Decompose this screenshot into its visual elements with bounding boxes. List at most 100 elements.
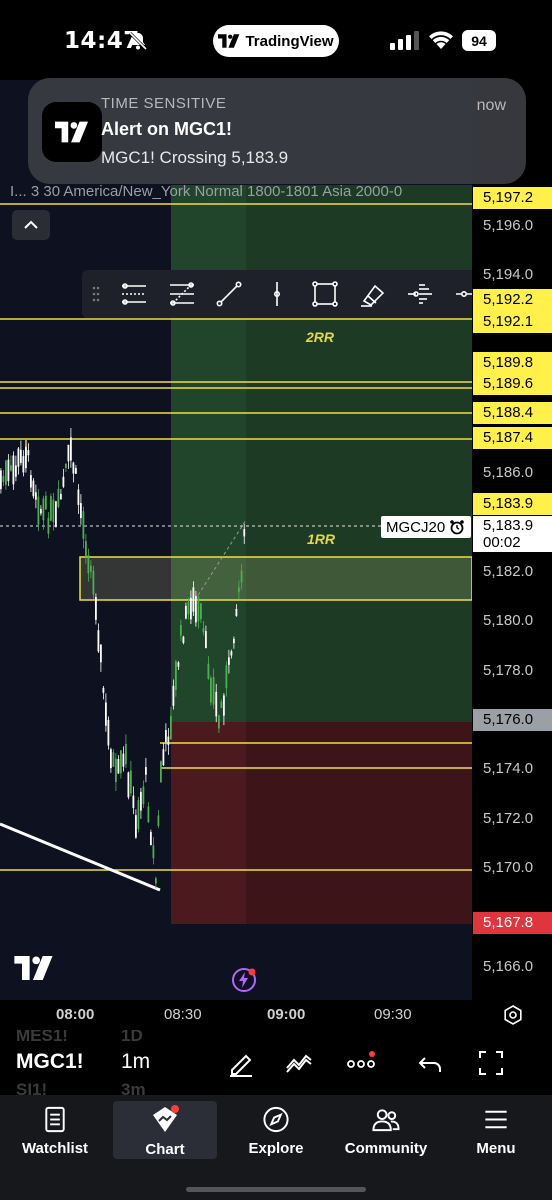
tool-fib[interactable] (158, 270, 206, 318)
home-indicator (186, 1187, 366, 1192)
candle-body (140, 791, 142, 811)
wifi-icon (429, 31, 453, 49)
candle-body (155, 878, 157, 884)
indicators-icon[interactable] (284, 1048, 314, 1078)
price-tick: 5,174.0 (483, 760, 534, 777)
tool-horizontal-ray[interactable] (110, 270, 158, 318)
alert-notification[interactable]: TIME SENSITIVE Alert on MGC1! MGC1! Cros… (28, 78, 526, 184)
price-tag: 5,189.6 (473, 373, 552, 395)
time-tick: 09:30 (374, 1006, 412, 1023)
tool-brush[interactable] (349, 270, 397, 318)
candle-body (218, 715, 220, 729)
bar-countdown: 00:02 (483, 534, 521, 551)
candle-body (10, 465, 12, 471)
compass-icon (263, 1106, 289, 1133)
fib-retracement-icon (169, 282, 194, 306)
tab-chart[interactable]: Chart (113, 1101, 217, 1159)
candle-body (142, 786, 145, 805)
candle-body (170, 715, 172, 740)
candle-body (160, 761, 162, 783)
candle-body (80, 503, 82, 519)
tab-label: Community (344, 1140, 428, 1157)
candle-body (120, 750, 122, 774)
candle-body (35, 492, 37, 500)
candle-body (190, 597, 192, 620)
notification-title: Alert on MGC1! (101, 119, 233, 139)
vertical-line-icon (274, 282, 281, 306)
candle-body (82, 511, 85, 539)
tool-volume-profile[interactable] (396, 270, 444, 318)
candle-body (175, 661, 177, 690)
candle-body (182, 636, 185, 643)
fullscreen-icon[interactable] (476, 1048, 506, 1078)
candle-body (55, 501, 57, 527)
candle-body (207, 663, 210, 679)
candle-body (37, 496, 40, 525)
candle-body (117, 759, 120, 774)
candle-body (65, 463, 67, 468)
time-axis[interactable]: 08:00 08:30 09:00 09:30 (0, 1000, 552, 1030)
entry-zone (79, 556, 473, 601)
chart-icon (153, 1105, 179, 1132)
tradingview-logo-icon (218, 34, 240, 48)
candle-body (2, 475, 5, 482)
chart-canvas[interactable]: I... 3 30 America/New_York Normal 1800-1… (0, 80, 552, 1000)
candle-body (180, 624, 182, 636)
tool-vertical-line[interactable] (253, 270, 301, 318)
candle-body (77, 489, 80, 505)
menu-icon (485, 1110, 507, 1129)
price-tick: 5,170.0 (483, 859, 534, 876)
candle-body (200, 603, 202, 620)
candle-body (162, 749, 165, 766)
tab-watchlist[interactable]: Watchlist (3, 1101, 107, 1157)
drawing-toolbar[interactable] (82, 270, 492, 318)
gear-icon[interactable] (502, 1004, 524, 1026)
candle-body (240, 570, 243, 583)
symbol-selector[interactable]: MGC1! (16, 1050, 84, 1074)
indicator-legend[interactable]: I... 3 30 America/New_York Normal 1800-1… (10, 183, 470, 200)
symbol-alert-tag[interactable]: MGCJ20 (381, 516, 471, 538)
tab-explore[interactable]: Explore (224, 1101, 328, 1157)
candle-body (85, 541, 87, 556)
candle-body (130, 770, 132, 794)
price-tick: 5,196.0 (483, 217, 534, 234)
interval-selector[interactable]: 1m (121, 1050, 150, 1074)
candle-body (7, 459, 10, 482)
price-tick: 5,178.0 (483, 662, 534, 679)
candle-body (0, 470, 2, 490)
candle-body (223, 695, 225, 716)
time-tick: 09:00 (267, 1006, 306, 1023)
tradingview-watermark-icon (14, 956, 53, 980)
candle-body (220, 701, 223, 709)
tab-community[interactable]: Community (334, 1101, 438, 1157)
undo-icon[interactable] (416, 1048, 446, 1078)
candle-body (192, 587, 195, 612)
candle-body (15, 465, 17, 477)
candle-body (177, 662, 180, 667)
candle-body (205, 631, 207, 649)
tab-menu[interactable]: Menu (444, 1101, 548, 1157)
candle-body (122, 753, 125, 767)
ghost-interval: 3m (121, 1080, 146, 1095)
candle-body (132, 795, 135, 808)
candle-body (32, 480, 35, 497)
rectangle-icon (311, 281, 338, 307)
candle-body (30, 475, 32, 488)
candle-body (72, 462, 75, 474)
collapse-legend-button[interactable] (12, 210, 50, 240)
candle-body (150, 832, 152, 846)
app-pill[interactable]: TradingView (213, 25, 339, 57)
candle-body (42, 498, 45, 521)
price-tag: 5,197.2 (473, 187, 552, 209)
candle-body (243, 528, 246, 537)
quick-trade-bolt-icon[interactable] (231, 967, 257, 993)
notification-time: now (476, 97, 506, 114)
tool-trend-line[interactable] (205, 270, 253, 318)
candle-body (112, 752, 115, 767)
candlestick-plot[interactable] (0, 80, 552, 1000)
drag-handle-icon[interactable] (82, 286, 110, 302)
pencil-draw-icon[interactable] (226, 1048, 256, 1078)
time-tick: 08:30 (164, 1006, 202, 1023)
more-options-icon[interactable] (346, 1048, 376, 1078)
tool-rectangle[interactable] (301, 270, 349, 318)
